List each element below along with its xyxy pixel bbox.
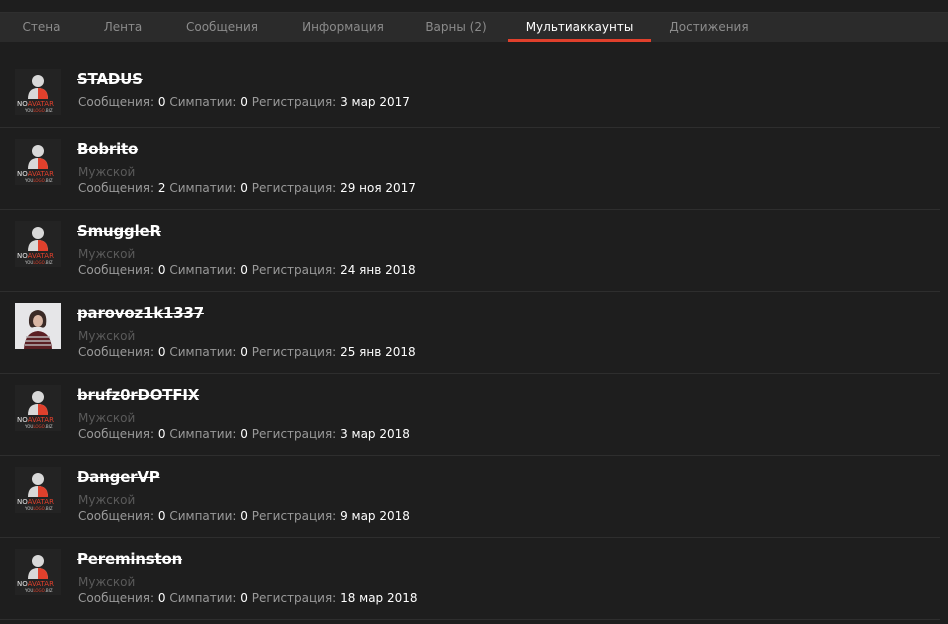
svg-text:NOAVATAR: NOAVATAR bbox=[17, 170, 54, 178]
svg-text:YOULOGO.BIZ: YOULOGO.BIZ bbox=[24, 260, 53, 265]
svg-text:NOAVATAR: NOAVATAR bbox=[17, 252, 54, 260]
list-item: NOAVATAR YOULOGO.BIZ Pereminston Мужской… bbox=[0, 538, 940, 620]
username-link[interactable]: parovoz1k1337 bbox=[77, 304, 204, 322]
profile-tabs: Стена Лента Сообщения Информация Варны (… bbox=[0, 12, 948, 42]
account-stats: Сообщения: 0 Симпатии: 0 Регистрация: 25… bbox=[78, 345, 416, 359]
tab-information[interactable]: Информация bbox=[282, 13, 404, 42]
svg-text:YOULOGO.BIZ: YOULOGO.BIZ bbox=[24, 588, 53, 593]
gender-label: Мужской bbox=[78, 247, 136, 261]
gender-label: Мужской bbox=[78, 493, 136, 507]
multiaccount-list: NOAVATAR YOULOGO.BIZ STADUS Сообщения: 0… bbox=[0, 41, 940, 620]
list-item: NOAVATAR YOULOGO.BIZ brufz0rDOTFIX Мужск… bbox=[0, 374, 940, 456]
no-avatar-icon[interactable]: NOAVATAR YOULOGO.BIZ bbox=[15, 139, 61, 185]
svg-text:YOULOGO.BIZ: YOULOGO.BIZ bbox=[24, 178, 53, 183]
account-stats: Сообщения: 0 Симпатии: 0 Регистрация: 3 … bbox=[78, 95, 410, 109]
photo-avatar[interactable] bbox=[15, 303, 61, 349]
username-link[interactable]: brufz0rDOTFIX bbox=[77, 386, 199, 404]
account-stats: Сообщения: 0 Симпатии: 0 Регистрация: 3 … bbox=[78, 427, 410, 441]
profile-page: Стена Лента Сообщения Информация Варны (… bbox=[0, 0, 948, 624]
username-link[interactable]: Pereminston bbox=[77, 550, 182, 568]
list-item: parovoz1k1337 Мужской Сообщения: 0 Симпа… bbox=[0, 292, 940, 374]
list-item: NOAVATAR YOULOGO.BIZ Bobrito Мужской Соо… bbox=[0, 128, 940, 210]
no-avatar-icon[interactable]: NOAVATAR YOULOGO.BIZ bbox=[15, 385, 61, 431]
gender-label: Мужской bbox=[78, 329, 136, 343]
username-link[interactable]: DangerVP bbox=[77, 468, 160, 486]
tab-achievements[interactable]: Достижения bbox=[655, 13, 763, 42]
gender-label: Мужской bbox=[78, 411, 136, 425]
no-avatar-icon[interactable]: NOAVATAR YOULOGO.BIZ bbox=[15, 69, 61, 115]
svg-text:YOULOGO.BIZ: YOULOGO.BIZ bbox=[24, 108, 53, 113]
svg-text:YOULOGO.BIZ: YOULOGO.BIZ bbox=[24, 506, 53, 511]
svg-text:YOULOGO.BIZ: YOULOGO.BIZ bbox=[24, 424, 53, 429]
account-stats: Сообщения: 0 Симпатии: 0 Регистрация: 24… bbox=[78, 263, 416, 277]
username-link[interactable]: SmuggleR bbox=[77, 222, 161, 240]
list-item: NOAVATAR YOULOGO.BIZ STADUS Сообщения: 0… bbox=[0, 41, 940, 128]
gender-label: Мужской bbox=[78, 575, 136, 589]
svg-text:NOAVATAR: NOAVATAR bbox=[17, 100, 54, 108]
account-stats: Сообщения: 2 Симпатии: 0 Регистрация: 29… bbox=[78, 181, 416, 195]
tab-messages[interactable]: Сообщения bbox=[166, 13, 278, 42]
tab-multiaccounts[interactable]: Мультиаккаунты bbox=[508, 13, 651, 42]
gender-label: Мужской bbox=[78, 165, 136, 179]
account-stats: Сообщения: 0 Симпатии: 0 Регистрация: 18… bbox=[78, 591, 418, 605]
tab-wall[interactable]: Стена bbox=[4, 13, 79, 42]
list-item: NOAVATAR YOULOGO.BIZ DangerVP Мужской Со… bbox=[0, 456, 940, 538]
username-link[interactable]: Bobrito bbox=[77, 140, 138, 158]
no-avatar-icon[interactable]: NOAVATAR YOULOGO.BIZ bbox=[15, 467, 61, 513]
no-avatar-icon[interactable]: NOAVATAR YOULOGO.BIZ bbox=[15, 221, 61, 267]
list-item: NOAVATAR YOULOGO.BIZ SmuggleR Мужской Со… bbox=[0, 210, 940, 292]
tab-warnings[interactable]: Варны (2) bbox=[408, 13, 504, 42]
svg-text:NOAVATAR: NOAVATAR bbox=[17, 498, 54, 506]
no-avatar-icon[interactable]: NOAVATAR YOULOGO.BIZ bbox=[15, 549, 61, 595]
svg-text:NOAVATAR: NOAVATAR bbox=[17, 580, 54, 588]
svg-text:NOAVATAR: NOAVATAR bbox=[17, 416, 54, 424]
tab-feed[interactable]: Лента bbox=[84, 13, 162, 42]
account-stats: Сообщения: 0 Симпатии: 0 Регистрация: 9 … bbox=[78, 509, 410, 523]
username-link[interactable]: STADUS bbox=[77, 70, 143, 88]
